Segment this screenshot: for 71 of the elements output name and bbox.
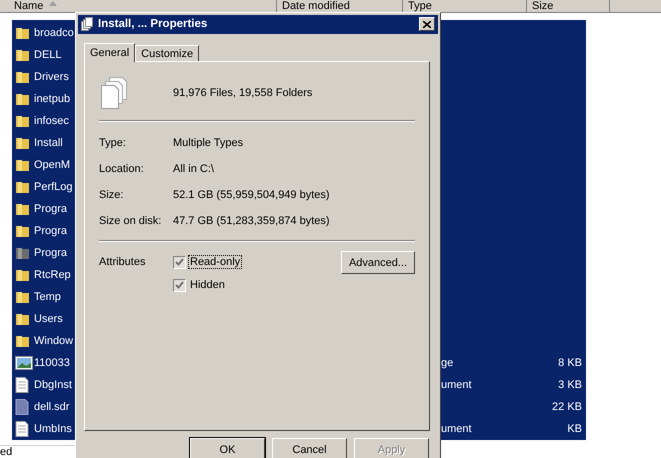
file-name: Progra — [34, 203, 68, 215]
file-type: ge — [441, 357, 454, 369]
file-name: Progra — [34, 247, 68, 259]
folder-icon — [15, 25, 31, 41]
file-name: dell.sdr — [34, 401, 70, 413]
checkbox-label[interactable]: Read-only — [189, 256, 242, 268]
property-value: 47.7 GB (51,283,359,874 bytes) — [173, 215, 330, 228]
dialog-button[interactable]: OK — [190, 438, 265, 458]
property-value: Multiple Types — [173, 137, 244, 150]
file-name: Window — [34, 335, 74, 347]
window-title: Install, ... Properties — [98, 18, 208, 30]
folder-icon — [15, 113, 31, 129]
file-name: broadco — [34, 27, 75, 39]
file-name: Users — [34, 313, 64, 325]
file-name: 110033 — [34, 357, 71, 369]
file-size: 3 KB — [558, 379, 582, 391]
file-size: 22 KB — [552, 401, 582, 413]
file-name: RtcRep — [34, 269, 72, 281]
close-button[interactable] — [419, 17, 435, 32]
file-name: Install — [34, 137, 64, 149]
folder-icon — [15, 267, 31, 283]
checkbox-label[interactable]: Hidden — [189, 279, 226, 292]
folder-icon — [15, 179, 31, 195]
file-type: ument — [441, 379, 473, 391]
checkbox[interactable] — [173, 256, 186, 269]
image-icon — [15, 355, 33, 371]
column-header[interactable]: Size — [527, 0, 610, 12]
status-text: ed — [0, 445, 75, 458]
tab[interactable]: General — [84, 43, 136, 62]
folder-icon — [15, 91, 31, 107]
property-label: Size: — [99, 189, 124, 202]
file-name: DbgInst — [34, 379, 73, 391]
folder-icon — [15, 157, 31, 173]
folder-icon — [15, 311, 31, 327]
close-icon — [423, 20, 431, 28]
advanced-button[interactable]: Advanced... — [341, 251, 415, 274]
file-name: OpenM — [34, 159, 72, 171]
file-name: DELL — [34, 49, 63, 61]
property-label: Type: — [99, 137, 127, 150]
property-label: Size on disk: — [99, 215, 162, 228]
file-name: Progra — [34, 225, 68, 237]
folder-icon — [15, 223, 31, 239]
file-name: Drivers — [34, 71, 70, 83]
file-type: ument — [441, 423, 473, 435]
property-value: All in C:\ — [173, 163, 214, 176]
document-icon — [15, 421, 29, 437]
property-value: 52.1 GB (55,959,504,949 bytes) — [173, 189, 330, 202]
folder-icon — [15, 69, 31, 85]
file-size: KB — [567, 423, 582, 435]
file-name: UmbIns — [34, 423, 73, 435]
folder-icon — [15, 289, 31, 305]
documents-icon — [81, 17, 94, 32]
file-name: infosec — [34, 115, 70, 127]
folder-icon — [15, 333, 31, 349]
summary-text: 91,976 Files, 19,558 Folders — [173, 87, 312, 100]
document-icon — [15, 377, 29, 393]
folder-icon — [15, 135, 31, 151]
file-name: PerfLog — [34, 181, 74, 193]
folder-icon — [15, 201, 31, 217]
checkbox[interactable] — [173, 278, 186, 292]
folder-icon — [15, 245, 31, 261]
tab[interactable]: Customize — [135, 45, 200, 62]
dialog-button[interactable]: Cancel — [272, 438, 347, 458]
file-size: 8 KB — [558, 357, 582, 369]
file-name: inetpub — [34, 93, 72, 105]
documents-icon — [101, 77, 129, 110]
property-label: Location: — [99, 163, 145, 176]
folder-icon — [15, 47, 31, 63]
attributes-label: Attributes — [99, 255, 146, 270]
file-icon — [15, 399, 29, 415]
file-name: Temp — [34, 291, 62, 303]
